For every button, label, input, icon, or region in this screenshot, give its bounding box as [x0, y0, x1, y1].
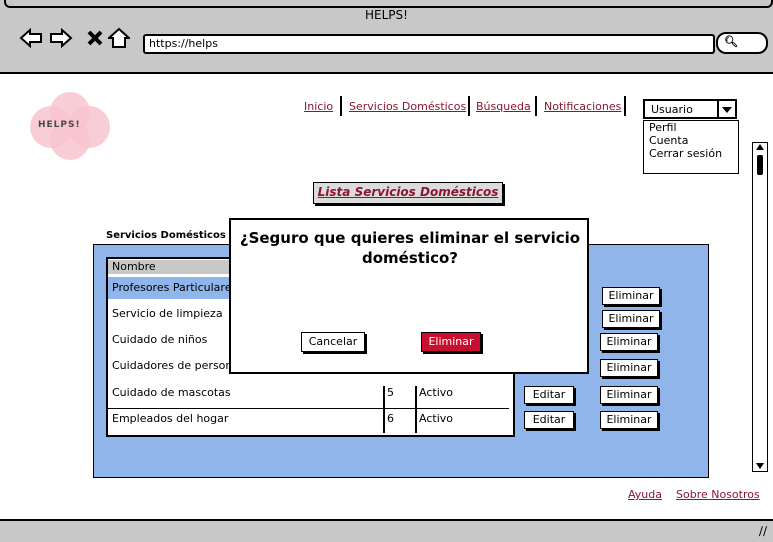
- service-id: 6: [387, 412, 394, 425]
- delete-button[interactable]: Eliminar: [600, 386, 658, 404]
- footer-link-ayuda[interactable]: Ayuda: [628, 488, 662, 501]
- dialog-question: ¿Seguro que quieres eliminar el servicio…: [239, 229, 581, 267]
- delete-button[interactable]: Eliminar: [602, 310, 660, 328]
- url-input[interactable]: https://helps: [143, 34, 715, 54]
- service-status: Activo: [419, 412, 453, 425]
- footer-link-sobre-nosotros[interactable]: Sobre Nosotros: [676, 488, 760, 501]
- nav-item-notificaciones[interactable]: Notificaciones: [544, 100, 621, 113]
- browser-window: HELPS! https://helps 🔍︎ HELPS! Inicio Se…: [0, 0, 773, 542]
- edit-button[interactable]: Editar: [524, 411, 574, 429]
- window-frame: [4, 0, 773, 8]
- status-bar: ∕∕: [0, 519, 773, 542]
- service-name: Servicio de limpieza: [112, 307, 223, 320]
- section-label: Servicios Domésticos: [106, 230, 226, 241]
- nav-divider: [340, 96, 342, 116]
- nav-divider: [535, 96, 537, 116]
- user-dropdown-label: Usuario: [651, 103, 693, 116]
- chevron-down-icon: [717, 101, 735, 117]
- delete-button[interactable]: Eliminar: [600, 359, 658, 377]
- scroll-thumb[interactable]: [757, 155, 763, 175]
- logo: HELPS!: [30, 92, 118, 160]
- confirm-delete-dialog: ¿Seguro que quieres eliminar el servicio…: [229, 218, 589, 374]
- confirm-delete-button[interactable]: Eliminar: [421, 332, 481, 352]
- search-icon: 🔍︎: [724, 35, 738, 48]
- delete-button[interactable]: Eliminar: [602, 287, 660, 305]
- nav-item-servicios[interactable]: Servicios Domésticos: [349, 100, 466, 113]
- resize-grip-icon[interactable]: ∕∕: [759, 524, 767, 538]
- back-arrow-icon[interactable]: [18, 25, 44, 51]
- page-title: Lista Servicios Domésticos: [313, 182, 503, 204]
- service-status: Activo: [419, 386, 453, 399]
- nav-item-busqueda[interactable]: Búsqueda: [476, 100, 531, 113]
- table-row[interactable]: Empleados del hogar 6 Activo: [108, 412, 509, 432]
- delete-button[interactable]: Eliminar: [600, 411, 658, 429]
- service-name: Empleados del hogar: [112, 412, 229, 425]
- service-name: Profesores Particulares: [112, 281, 238, 294]
- scroll-up-icon[interactable]: [756, 144, 764, 150]
- user-menu-list: Perfil Cuenta Cerrar sesión: [643, 120, 739, 174]
- menu-item-cuenta[interactable]: Cuenta: [644, 134, 738, 147]
- window-title: HELPS!: [365, 8, 408, 22]
- menu-item-cerrar-sesion[interactable]: Cerrar sesión: [644, 147, 738, 160]
- user-dropdown[interactable]: Usuario: [643, 99, 737, 119]
- service-name: Cuidado de mascotas: [112, 386, 231, 399]
- service-name: Cuidadores de person: [112, 359, 233, 372]
- service-id: 5: [387, 386, 394, 399]
- scroll-down-icon[interactable]: [756, 463, 764, 469]
- row-divider: [108, 408, 509, 409]
- table-row[interactable]: Cuidado de mascotas 5 Activo: [108, 386, 509, 406]
- logo-text: HELPS!: [38, 120, 81, 130]
- nav-item-inicio[interactable]: Inicio: [304, 100, 333, 113]
- delete-button[interactable]: Eliminar: [600, 333, 658, 351]
- nav-divider: [468, 96, 470, 116]
- browser-toolbar: HELPS! https://helps 🔍︎: [0, 0, 773, 74]
- edit-button[interactable]: Editar: [524, 386, 574, 404]
- search-button[interactable]: 🔍︎: [716, 32, 768, 54]
- menu-item-perfil[interactable]: Perfil: [644, 121, 738, 134]
- home-icon[interactable]: [106, 25, 132, 51]
- nav-divider: [624, 96, 626, 116]
- forward-arrow-icon[interactable]: [48, 25, 74, 51]
- service-name: Cuidado de niños: [112, 333, 208, 346]
- close-icon[interactable]: [82, 25, 108, 51]
- vertical-scrollbar[interactable]: [752, 142, 768, 472]
- cancel-button[interactable]: Cancelar: [301, 332, 365, 352]
- column-header-nombre: Nombre: [112, 260, 156, 273]
